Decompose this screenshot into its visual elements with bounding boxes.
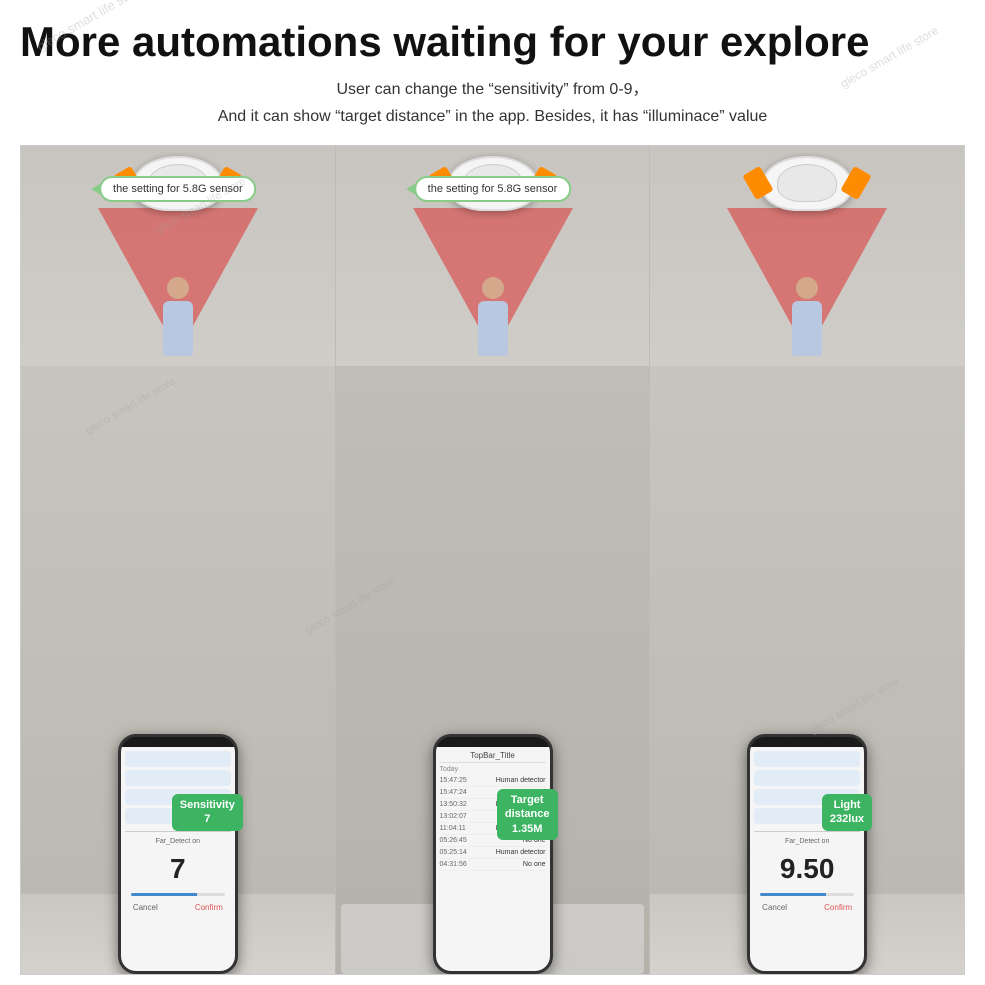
panel-1: the setting for 5.8G sensor xyxy=(21,146,336,974)
screen-label-3: Far_Detect on xyxy=(754,838,860,845)
subtitle: User can change the “sensitivity” from 0… xyxy=(218,76,768,130)
sensor-area-1: the setting for 5.8G sensor xyxy=(21,146,335,366)
person-1 xyxy=(163,277,193,356)
phone-badge-1: Sensitivity 7 xyxy=(172,794,243,831)
phone-badge-2: Target distance 1.35M xyxy=(497,789,558,840)
sensor-device-3 xyxy=(762,156,852,211)
screen-number-3: 9.50 xyxy=(754,845,860,889)
sensor-area-2: the setting for 5.8G sensor xyxy=(336,146,650,366)
subtitle-line2: And it can show “target distance” in the… xyxy=(218,103,768,130)
panel-2: the setting for 5.8G sensor xyxy=(336,146,651,974)
speech-bubble-1: the setting for 5.8G sensor xyxy=(99,176,257,202)
screen-topbar-2: TopBar_Title xyxy=(440,751,546,763)
log-entry-6: 05:25:14 Human detector xyxy=(440,847,546,859)
phone-screen-3: Far_Detect on 9.50 Cancel Confirm xyxy=(750,747,864,971)
page-wrapper: gleco smart life store gleco smart life … xyxy=(0,0,985,985)
log-entry-0: 15:47:25 Human detector xyxy=(440,775,546,787)
log-entry-7: 04:31:56 No one xyxy=(440,859,546,871)
sensor-area-3 xyxy=(650,146,964,366)
phone-screen-2: TopBar_Title Today 15:47:25 Human detect… xyxy=(436,747,550,971)
screen-today: Today xyxy=(440,766,546,773)
phone-mockup-3: Far_Detect on 9.50 Cancel Confirm xyxy=(747,734,867,974)
phone-area-2: Target distance 1.35M TopBar_Title Today… xyxy=(336,366,650,974)
phone-area-1: Sensitivity 7 Far_Detect on 7 xyxy=(21,366,335,974)
panel-3: Light 232lux Far_Detect on 9.50 xyxy=(650,146,964,974)
phone-badge-3: Light 232lux xyxy=(822,794,872,831)
person-2 xyxy=(478,277,508,356)
subtitle-line1: User can change the “sensitivity” from 0… xyxy=(218,76,768,103)
person-3 xyxy=(792,277,822,356)
screen-label-1: Far_Detect on xyxy=(125,838,231,845)
panels-container: the setting for 5.8G sensor xyxy=(20,145,965,975)
speech-bubble-2: the setting for 5.8G sensor xyxy=(414,176,572,202)
main-title: More automations waiting for your explor… xyxy=(20,18,965,66)
phone-mockup-2: TopBar_Title Today 15:47:25 Human detect… xyxy=(433,734,553,974)
screen-number-1: 7 xyxy=(125,845,231,889)
phone-area-3: Light 232lux Far_Detect on 9.50 xyxy=(650,366,964,974)
phone-screen-1: Far_Detect on 7 Cancel Confirm xyxy=(121,747,235,971)
phone-mockup-1: Far_Detect on 7 Cancel Confirm xyxy=(118,734,238,974)
